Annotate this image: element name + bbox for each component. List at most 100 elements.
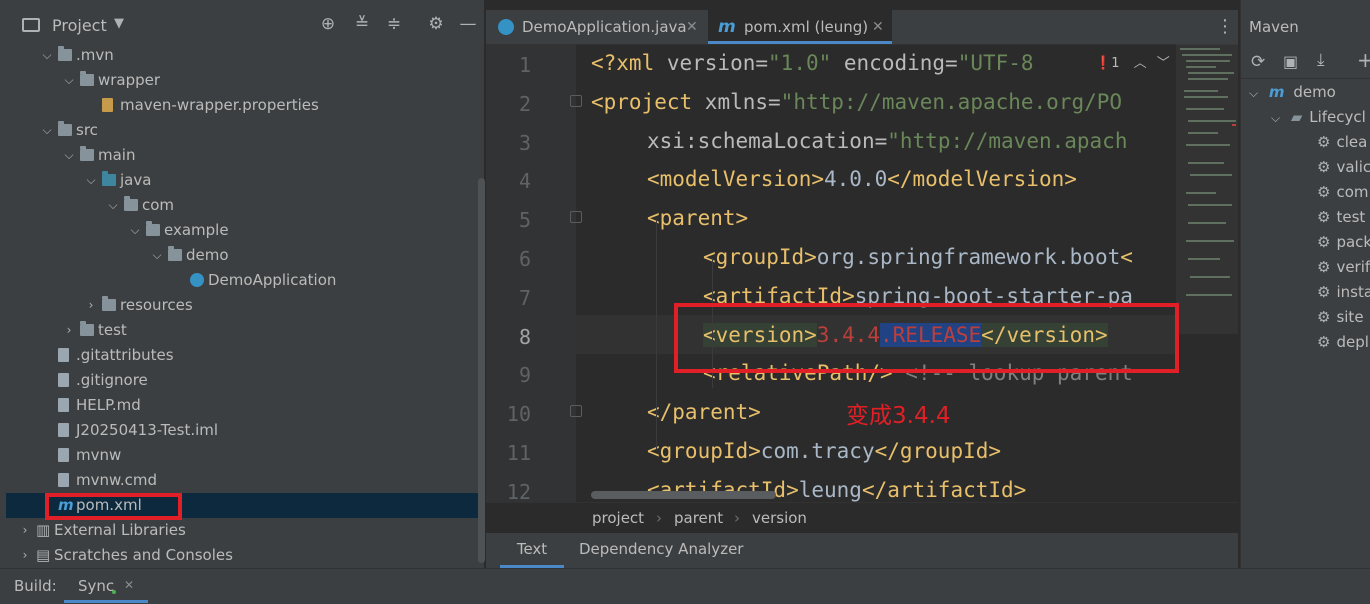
expand-all-icon[interactable]: ≚	[352, 14, 372, 34]
tab-demoapplication[interactable]: DemoApplication.java ✕	[486, 10, 706, 44]
code-line[interactable]: xsi:schemaLocation="http://maven.apach	[647, 122, 1127, 161]
lifecycle-phase[interactable]: ⚙ test	[1317, 205, 1365, 230]
close-icon[interactable]: ✕	[872, 10, 884, 44]
line-number: 10	[506, 402, 531, 427]
tree-item[interactable]: ⌵ .mvn	[6, 43, 484, 68]
tree-item[interactable]: ⌵ com	[6, 193, 484, 218]
plus-icon[interactable]: +	[1357, 48, 1370, 72]
tree-item[interactable]: maven-wrapper.properties	[6, 93, 484, 118]
code-token: <modelVersion>	[647, 167, 825, 192]
scratches-icon: ▤	[36, 546, 51, 564]
tab-sync[interactable]: Sync ✕	[64, 569, 148, 603]
folder-icon	[80, 321, 94, 336]
tree-item-label: .mvn	[76, 46, 114, 64]
properties-file-icon	[102, 98, 113, 112]
breadcrumb-project[interactable]: project	[592, 509, 644, 527]
add-maven-project-icon[interactable]: ▣	[1283, 52, 1298, 71]
chevron-down-icon[interactable]: ⌵	[128, 218, 142, 243]
tree-item[interactable]: ⌵ example	[6, 218, 484, 243]
fold-marker-icon[interactable]	[570, 211, 582, 224]
project-title[interactable]: Project	[52, 16, 107, 35]
minimize-icon[interactable]: —	[458, 14, 478, 34]
tree-item[interactable]: HELP.md	[6, 393, 484, 418]
code-line[interactable]: </parent>	[647, 393, 761, 432]
tree-item[interactable]: mvnw	[6, 443, 484, 468]
close-icon[interactable]: ✕	[124, 578, 134, 592]
breadcrumb-parent[interactable]: parent	[674, 509, 723, 527]
tree-item[interactable]: DemoApplication	[6, 268, 484, 293]
chevron-up-icon[interactable]: ︿	[1134, 56, 1147, 71]
gear-icon: ⚙	[1317, 208, 1331, 226]
tree-item[interactable]: J20250413-Test.iml	[6, 418, 484, 443]
chevron-down-icon[interactable]: ⌵	[150, 243, 164, 268]
maven-project-demo[interactable]: ⌵ m demo	[1249, 80, 1336, 105]
chevron-down-icon[interactable]: ⌵	[84, 168, 98, 193]
tree-item[interactable]: ⌵ main	[6, 143, 484, 168]
tab-text[interactable]: Text	[500, 533, 564, 568]
tab-dependency-analyzer[interactable]: Dependency Analyzer	[579, 533, 743, 566]
code-line[interactable]: <?xml version="1.0" encoding="UTF-8	[591, 44, 1034, 83]
tree-item-label: maven-wrapper.properties	[120, 96, 319, 114]
tree-item[interactable]: .gitattributes	[6, 343, 484, 368]
tree-item[interactable]: › resources	[6, 293, 484, 318]
code-token: "http://maven.apache.org/PO	[780, 89, 1123, 114]
tree-item[interactable]: mvnw.cmd	[6, 468, 484, 493]
build-tool-window-bar: Build: Sync ✕	[0, 568, 1370, 604]
tree-item[interactable]: › ▤ Scratches and Consoles	[6, 543, 484, 568]
fold-marker-icon[interactable]	[570, 94, 582, 107]
lifecycle-phase[interactable]: ⚙ valic	[1317, 155, 1370, 180]
chevron-right-icon[interactable]: ›	[18, 543, 32, 568]
lifecycle-phase[interactable]: ⚙ com	[1317, 180, 1369, 205]
code-line[interactable]: <project xmlns="http://maven.apache.org/…	[591, 83, 1122, 122]
gear-icon: ⚙	[1317, 308, 1331, 326]
gear-icon: ⚙	[1317, 158, 1331, 176]
version-highlight-box	[674, 303, 1179, 373]
tree-item[interactable]: .gitignore	[6, 368, 484, 393]
breadcrumb-version[interactable]: version	[752, 509, 807, 527]
project-scrollbar[interactable]	[478, 178, 485, 563]
close-icon[interactable]: ✕	[686, 10, 698, 44]
maven-lifecycle[interactable]: ⌵ ▰ Lifecycl	[1271, 105, 1366, 130]
lifecycle-phase[interactable]: ⚙ insta	[1317, 280, 1370, 305]
chevron-down-icon[interactable]: ⌵	[40, 118, 54, 143]
tree-item-label: External Libraries	[54, 521, 186, 539]
lifecycle-phase[interactable]: ⚙ verif	[1317, 255, 1370, 280]
chevron-down-icon[interactable]: ▼	[114, 16, 124, 31]
tree-item[interactable]: ⌵ java	[6, 168, 484, 193]
fold-marker-icon[interactable]	[570, 405, 582, 418]
reload-icon[interactable]: ⟳	[1251, 52, 1265, 72]
download-icon[interactable]: ⤓	[1317, 50, 1325, 70]
code-line[interactable]: <groupId>com.tracy</groupId>	[647, 432, 1001, 471]
tree-item[interactable]: › test	[6, 318, 484, 343]
code-line[interactable]: <modelVersion>4.0.0</modelVersion>	[647, 160, 1077, 199]
locate-icon[interactable]: ⊕	[318, 14, 338, 34]
tree-item[interactable]: ⌵ wrapper	[6, 68, 484, 93]
chevron-right-icon[interactable]: ›	[84, 293, 98, 318]
tab-pom[interactable]: m pom.xml (leung) ✕	[708, 10, 892, 44]
tree-item[interactable]: ⌵ demo	[6, 243, 484, 268]
chevron-down-icon[interactable]: ⌵	[106, 193, 120, 218]
horizontal-scrollbar[interactable]	[591, 491, 776, 499]
lifecycle-phase[interactable]: ⚙ depl	[1317, 330, 1369, 355]
lifecycle-phase[interactable]: ⚙ pack	[1317, 230, 1370, 255]
lifecycle-phase[interactable]: ⚙ clea	[1317, 130, 1367, 155]
code-line[interactable]: <groupId>org.springframework.boot<	[703, 238, 1133, 277]
gear-icon[interactable]: ⚙	[426, 14, 446, 34]
code-minimap[interactable]	[1176, 44, 1238, 334]
lifecycle-phase[interactable]: ⚙ site	[1317, 305, 1364, 330]
lifecycle-phase-label: insta	[1336, 283, 1370, 301]
chevron-down-icon[interactable]: ﹀	[1157, 56, 1170, 71]
annotation-text: 变成3.4.4	[846, 403, 951, 429]
maven-icon: m	[1268, 83, 1285, 101]
chevron-right-icon[interactable]: ›	[18, 518, 32, 543]
tree-item[interactable]: ⌵ src	[6, 118, 484, 143]
tree-item[interactable]: › ▥ External Libraries	[6, 518, 484, 543]
collapse-all-icon[interactable]: ≑	[384, 14, 404, 34]
code-line[interactable]: <parent>	[647, 199, 748, 238]
chevron-right-icon[interactable]: ›	[62, 318, 76, 343]
chevron-down-icon[interactable]: ⌵	[62, 143, 76, 168]
chevron-down-icon[interactable]: ⌵	[62, 68, 76, 93]
chevron-down-icon[interactable]: ⌵	[40, 43, 54, 68]
problem-indicator[interactable]: ❗1 ︿ ﹀	[1091, 52, 1174, 71]
more-tabs-icon[interactable]: ⋮	[1216, 16, 1234, 37]
